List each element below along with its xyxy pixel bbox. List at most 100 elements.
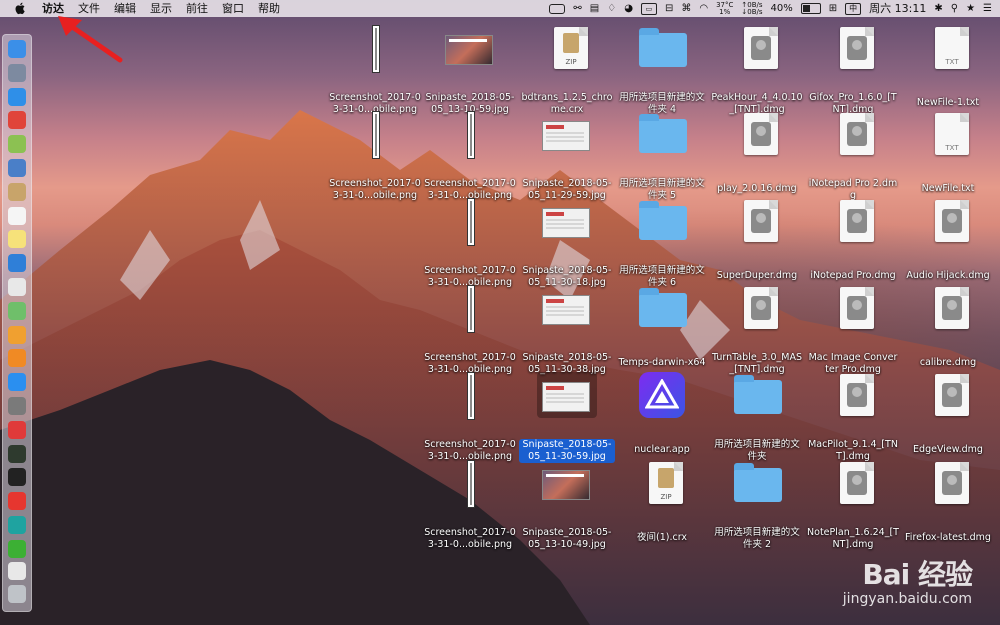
apple-menu-icon[interactable] <box>14 2 26 15</box>
launchpad-icon[interactable] <box>8 63 26 82</box>
app-red-icon[interactable] <box>8 111 26 130</box>
desktop-item[interactable]: 用所选项目新建的文件夹 5 <box>614 111 710 202</box>
bluetooth-icon[interactable]: ✱ <box>934 0 942 17</box>
desktop-item[interactable]: Screenshot_2017-03-31-0...obile.png <box>422 372 518 463</box>
document-icon[interactable] <box>8 562 26 580</box>
desktop-item[interactable]: calibre.dmg <box>900 285 996 369</box>
desktop-item[interactable]: Snipaste_2018-05-05_11-30-18.jpg <box>519 198 615 289</box>
vivaldi-icon[interactable] <box>8 420 26 439</box>
desktop-item[interactable]: Firefox-latest.dmg <box>900 460 996 544</box>
input-method-icon[interactable]: 中 <box>845 2 862 15</box>
desktop-item-label: NewFile-1.txt <box>916 97 980 108</box>
desktop-item-label: calibre.dmg <box>919 357 977 368</box>
desktop-item[interactable]: Snipaste_2018-05-05_11-29-59.jpg <box>519 111 615 202</box>
desktop-item[interactable]: SuperDuper.dmg <box>709 198 805 282</box>
notebook-icon[interactable] <box>8 182 26 201</box>
battery-percent[interactable]: 40% <box>771 0 793 17</box>
trash-icon[interactable] <box>8 585 26 603</box>
star-icon[interactable]: ★ <box>966 0 975 17</box>
wechat-icon[interactable] <box>8 539 26 558</box>
image-thumbnail-icon <box>537 198 597 244</box>
desktop-item[interactable]: nuclear.app <box>614 372 710 456</box>
pin-icon[interactable]: ♢ <box>607 0 616 17</box>
desktop-item[interactable]: MacPilot_9.1.4_[TNT].dmg <box>805 372 901 463</box>
photos-icon[interactable] <box>8 325 26 344</box>
desktop-item[interactable]: play_2.0.16.dmg <box>709 111 805 195</box>
toggle-icon[interactable]: ▭ <box>640 2 657 15</box>
desktop-item[interactable]: Screenshot_2017-03-31-0...obile.png <box>422 285 518 376</box>
glasses-icon[interactable]: ⚯ <box>573 0 581 17</box>
screenshot-thumbnail-icon <box>440 111 500 159</box>
desktop-item[interactable]: Screenshot_2017-03-31-0...obile.png <box>422 198 518 289</box>
box-icon[interactable]: ⊟ <box>665 0 673 17</box>
desktop-item[interactable]: Snipaste_2018-05-05_11-30-38.jpg <box>519 285 615 376</box>
desktop-item[interactable]: Screenshot_2017-03-31-0...obile.png <box>327 25 423 116</box>
desktop-item[interactable]: Snipaste_2018-05-05_13-10-49.jpg <box>519 460 615 551</box>
notes-icon[interactable] <box>8 230 26 249</box>
desktop-item[interactable]: Snipaste_2018-05-05_11-30-59.jpg <box>519 372 615 463</box>
desktop-item-label: Screenshot_2017-03-31-0...obile.png <box>329 178 421 201</box>
wifi-icon[interactable]: ◠ <box>699 0 708 17</box>
temperature-readout[interactable]: 37°C 1% <box>716 1 733 16</box>
desktop-item[interactable]: iNotepad Pro 2.dmg <box>805 111 901 202</box>
preview-icon[interactable] <box>8 159 26 177</box>
screenshot-thumbnail-icon <box>440 460 500 508</box>
desktop-item-label: Firefox-latest.dmg <box>905 532 991 543</box>
chat-icon[interactable] <box>8 516 26 534</box>
disk-image-icon <box>823 111 883 157</box>
datetime[interactable]: 周六 13:11 <box>869 0 926 17</box>
desktop-item[interactable]: Screenshot_2017-03-31-0...obile.png <box>422 111 518 202</box>
desktop-item[interactable]: TXT NewFile-1.txt <box>900 25 996 109</box>
appstore-icon[interactable] <box>8 373 26 392</box>
textedit-icon[interactable] <box>8 278 26 296</box>
desktop-item[interactable]: Gifox_Pro_1.6.0_[TNT].dmg <box>805 25 901 116</box>
search-app-icon[interactable] <box>8 254 26 273</box>
desktop-item[interactable]: Mac Image Converter Pro.dmg <box>805 285 901 376</box>
desktop-item[interactable]: Audio Hijack.dmg <box>900 198 996 282</box>
wechat-menu-icon[interactable]: ◕ <box>624 0 633 17</box>
clipboard-icon[interactable]: ▤ <box>590 0 599 17</box>
search-icon[interactable]: ⚲ <box>951 0 958 17</box>
disk-image-icon <box>727 285 787 331</box>
menu-go[interactable]: 前往 <box>186 0 208 17</box>
finder-icon[interactable] <box>8 40 26 58</box>
menu-window[interactable]: 窗口 <box>222 0 244 17</box>
desktop-item[interactable]: Screenshot_2017-03-31-0...obile.png <box>327 111 423 202</box>
zip-tag: ZIP <box>660 493 672 501</box>
desktop-item[interactable]: PeakHour_4_4.0.10_[TNT].dmg <box>709 25 805 116</box>
safari-icon[interactable] <box>8 87 26 106</box>
activity-monitor-icon[interactable] <box>8 444 26 463</box>
desktop-item[interactable]: Screenshot_2017-03-31-0...obile.png <box>422 460 518 551</box>
grid-icon[interactable]: ⊞ <box>829 0 837 17</box>
calendar-icon[interactable] <box>8 206 26 225</box>
android-icon[interactable] <box>8 135 26 154</box>
desktop-item[interactable]: Temps-darwin-x64 <box>614 285 710 369</box>
network-speed-readout[interactable]: ↑0B/s ↓0B/s <box>741 1 762 16</box>
bookmark-icon[interactable]: ⌘ <box>681 0 691 17</box>
zip-tag: ZIP <box>565 58 577 66</box>
desktop-item[interactable]: TurnTable_3.0_MAS_[TNT].dmg <box>709 285 805 376</box>
desktop-item[interactable]: 用所选项目新建的文件夹 2 <box>709 460 805 551</box>
desktop-item[interactable]: Snipaste_2018-05-05_13-10-59.jpg <box>422 25 518 116</box>
folder-icon <box>727 460 787 506</box>
weibo-icon[interactable] <box>8 492 26 511</box>
desktop-item[interactable]: iNotepad Pro.dmg <box>805 198 901 282</box>
menu-help[interactable]: 帮助 <box>258 0 280 17</box>
system-preferences-icon[interactable] <box>8 397 26 415</box>
desktop-item[interactable]: ZIP bdtrans_1.2.5_chrome.crx <box>519 25 615 116</box>
desktop-item[interactable]: 用所选项目新建的文件夹 4 <box>614 25 710 116</box>
desktop-item[interactable]: 用所选项目新建的文件夹 6 <box>614 198 710 289</box>
terminal-icon[interactable] <box>8 468 26 487</box>
battery-icon[interactable] <box>800 3 821 14</box>
maps-icon[interactable] <box>8 301 26 320</box>
desktop-item[interactable]: EdgeView.dmg <box>900 372 996 456</box>
desktop-item[interactable]: NotePlan_1.6.24_[TNT].dmg <box>805 460 901 551</box>
desktop-item[interactable]: ZIP 夜间(1).crx <box>614 460 710 544</box>
image-thumbnail-icon <box>537 285 597 331</box>
menu-view[interactable]: 显示 <box>150 0 172 17</box>
menu-extra-icon[interactable] <box>549 3 566 14</box>
desktop-item[interactable]: TXT NewFile.txt <box>900 111 996 195</box>
notification-center-icon[interactable]: ☰ <box>983 0 992 17</box>
desktop-item[interactable]: 用所选项目新建的文件夹 <box>709 372 805 463</box>
books-icon[interactable] <box>8 349 26 368</box>
